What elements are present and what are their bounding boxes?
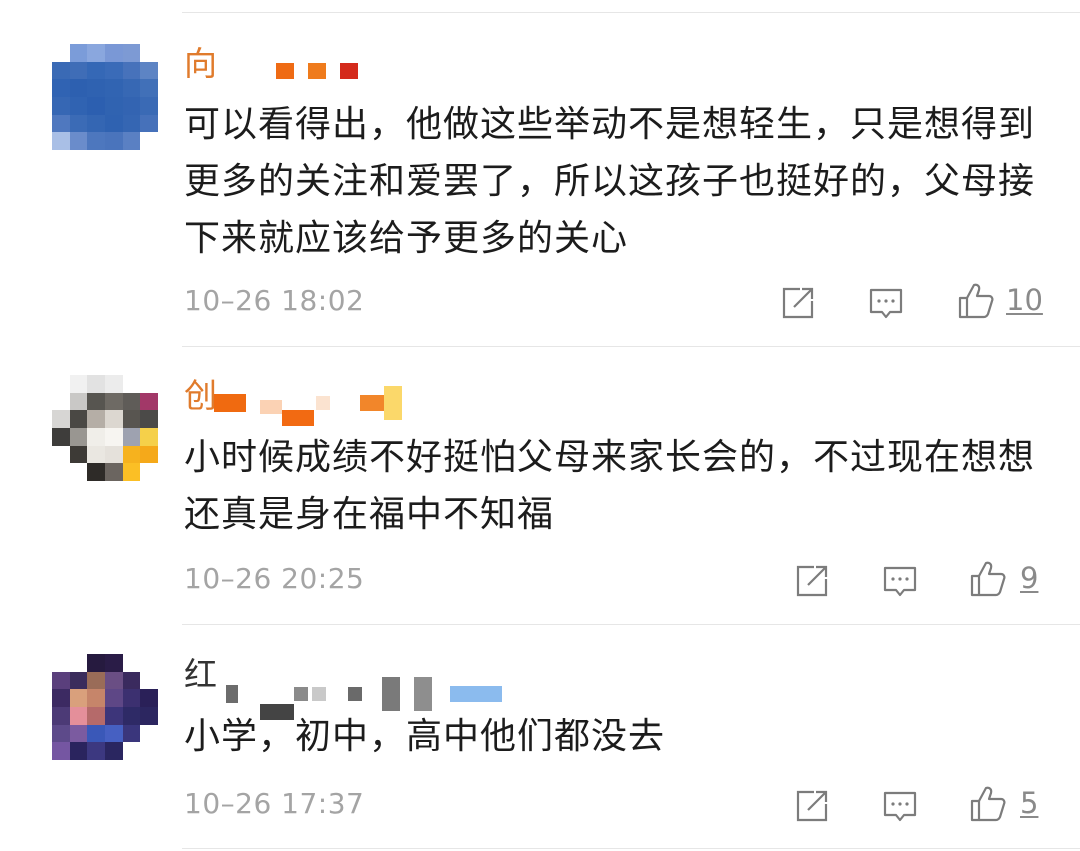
comment-text: 小时候成绩不好挺怕父母来家长会的，不过现在想想还真是身在福中不知福 (184, 437, 1036, 535)
comment-time: 10–26 17:37 (184, 787, 365, 820)
comment-list: 向 可以看得出，他做这些举动不是想轻生，只是想得到更多的关注和爱罢了，所以这孩子… (0, 0, 1080, 851)
username-text[interactable]: 创 (184, 376, 217, 415)
username[interactable]: 创 (184, 376, 217, 416)
share-icon[interactable] (792, 561, 832, 601)
comment-time: 10–26 20:25 (184, 562, 365, 595)
like-icon[interactable] (968, 559, 1008, 599)
username[interactable]: 红 (184, 655, 217, 695)
comment-text: 可以看得出，他做这些举动不是想轻生，只是想得到更多的关注和爱罢了，所以这孩子也挺… (184, 104, 1036, 259)
avatar[interactable] (52, 44, 158, 150)
comment-time: 10–26 18:02 (184, 284, 365, 317)
avatar[interactable] (52, 654, 158, 760)
username-redacted (214, 380, 402, 426)
share-icon[interactable] (792, 786, 832, 826)
divider (182, 346, 1080, 347)
like-count[interactable]: 9 (1020, 561, 1038, 595)
comment-icon[interactable] (880, 561, 920, 601)
like-icon[interactable] (968, 784, 1008, 824)
divider (182, 624, 1080, 625)
comment-icon[interactable] (880, 786, 920, 826)
username-text[interactable]: 向 (184, 44, 217, 83)
like-count[interactable]: 5 (1020, 786, 1038, 820)
divider (182, 12, 1080, 13)
username[interactable]: 向 (184, 44, 217, 84)
share-icon[interactable] (778, 283, 818, 323)
avatar[interactable] (52, 375, 158, 481)
like-count[interactable]: 10 (1006, 283, 1043, 317)
username-redacted (276, 63, 358, 79)
comment-text: 小学，初中，高中他们都没去 (184, 716, 666, 757)
comment-icon[interactable] (866, 283, 906, 323)
like-icon[interactable] (956, 281, 996, 321)
divider (182, 848, 1080, 849)
username-text[interactable]: 红 (184, 655, 217, 694)
